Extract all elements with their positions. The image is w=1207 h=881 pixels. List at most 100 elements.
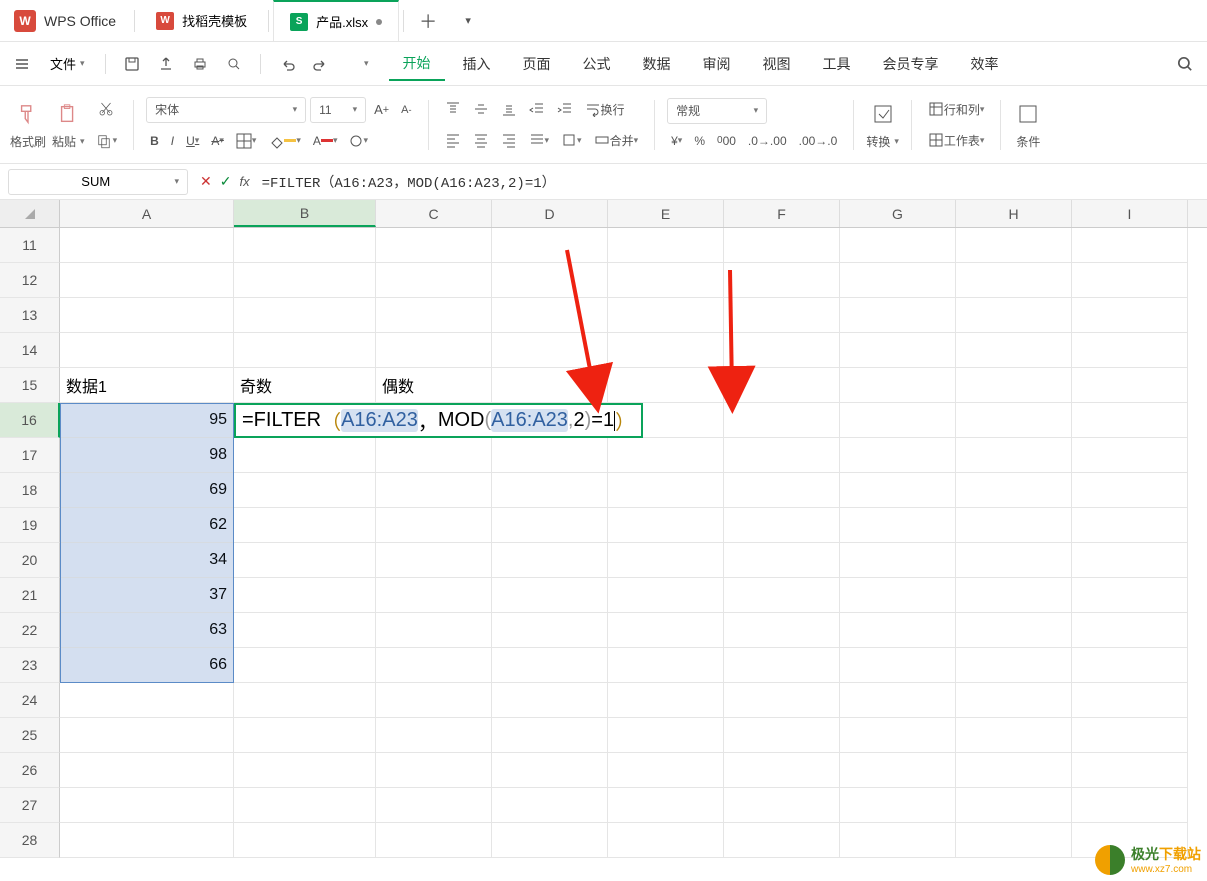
row-header-21[interactable]: 21 xyxy=(0,578,60,613)
cell-H13[interactable] xyxy=(956,298,1072,333)
cell-E22[interactable] xyxy=(608,613,724,648)
cell-B22[interactable] xyxy=(234,613,376,648)
rows-cols-button[interactable]: 行和列▾ xyxy=(924,97,989,122)
cell-H28[interactable] xyxy=(956,823,1072,858)
cell-G25[interactable] xyxy=(840,718,956,753)
cell-F14[interactable] xyxy=(724,333,840,368)
cell-E17[interactable] xyxy=(608,438,724,473)
cell-G24[interactable] xyxy=(840,683,956,718)
percent-icon[interactable]: % xyxy=(690,130,709,152)
cell-E13[interactable] xyxy=(608,298,724,333)
cell-F21[interactable] xyxy=(724,578,840,613)
cell-E19[interactable] xyxy=(608,508,724,543)
row-header-20[interactable]: 20 xyxy=(0,543,60,578)
cell-I12[interactable] xyxy=(1072,263,1188,298)
cell-C28[interactable] xyxy=(376,823,492,858)
row-header-26[interactable]: 26 xyxy=(0,753,60,788)
cell-C13[interactable] xyxy=(376,298,492,333)
cell-C12[interactable] xyxy=(376,263,492,298)
cell-A11[interactable] xyxy=(60,228,234,263)
cell-A19[interactable]: 62 xyxy=(60,508,234,543)
file-menu[interactable]: 文件 ▾ xyxy=(42,50,93,77)
cell-I23[interactable] xyxy=(1072,648,1188,683)
row-header-14[interactable]: 14 xyxy=(0,333,60,368)
cell-B13[interactable] xyxy=(234,298,376,333)
bold-button[interactable]: B xyxy=(146,130,163,152)
cell-I16[interactable] xyxy=(1072,403,1188,438)
row-header-15[interactable]: 15 xyxy=(0,368,60,403)
align-bottom-icon[interactable] xyxy=(497,97,521,121)
export-icon[interactable] xyxy=(152,50,180,78)
cell-G16[interactable] xyxy=(840,403,956,438)
cell-E20[interactable] xyxy=(608,543,724,578)
cell-G13[interactable] xyxy=(840,298,956,333)
cell-F27[interactable] xyxy=(724,788,840,823)
ribbon-tab-efficiency[interactable]: 效率 xyxy=(957,48,1013,80)
save-icon[interactable] xyxy=(118,50,146,78)
ribbon-tab-insert[interactable]: 插入 xyxy=(449,48,505,80)
redo-icon[interactable] xyxy=(307,50,335,78)
undo-icon[interactable] xyxy=(273,50,301,78)
cell-I20[interactable] xyxy=(1072,543,1188,578)
cell-D26[interactable] xyxy=(492,753,608,788)
cell-C27[interactable] xyxy=(376,788,492,823)
indent-increase-icon[interactable] xyxy=(553,97,577,121)
cell-D28[interactable] xyxy=(492,823,608,858)
cell-G14[interactable] xyxy=(840,333,956,368)
font-size-dropdown[interactable]: 11▾ xyxy=(310,97,366,123)
cell-F28[interactable] xyxy=(724,823,840,858)
cell-A13[interactable] xyxy=(60,298,234,333)
ribbon-tab-formula[interactable]: 公式 xyxy=(569,48,625,80)
cell-B19[interactable] xyxy=(234,508,376,543)
cell-E26[interactable] xyxy=(608,753,724,788)
comma-icon[interactable]: 000 xyxy=(713,130,740,152)
formula-input[interactable] xyxy=(262,174,1199,190)
cell-F13[interactable] xyxy=(724,298,840,333)
cell-I14[interactable] xyxy=(1072,333,1188,368)
font-color-button[interactable]: A▾ xyxy=(309,130,342,152)
transform-icon[interactable] xyxy=(868,99,898,129)
print-preview-icon[interactable] xyxy=(220,50,248,78)
hamburger-icon[interactable] xyxy=(8,50,36,78)
cell-I18[interactable] xyxy=(1072,473,1188,508)
cell-F15[interactable] xyxy=(724,368,840,403)
increase-decimal-icon[interactable]: .0→.00 xyxy=(744,130,791,152)
cell-A21[interactable]: 37 xyxy=(60,578,234,613)
cell-G26[interactable] xyxy=(840,753,956,788)
cell-I21[interactable] xyxy=(1072,578,1188,613)
column-header-C[interactable]: C xyxy=(376,200,492,227)
row-header-19[interactable]: 19 xyxy=(0,508,60,543)
cell-B25[interactable] xyxy=(234,718,376,753)
copy-icon[interactable]: ▾ xyxy=(91,128,122,154)
cell-E28[interactable] xyxy=(608,823,724,858)
paste-icon[interactable] xyxy=(53,99,83,129)
cell-H22[interactable] xyxy=(956,613,1072,648)
cell-E23[interactable] xyxy=(608,648,724,683)
cell-B21[interactable] xyxy=(234,578,376,613)
cell-A24[interactable] xyxy=(60,683,234,718)
cell-C20[interactable] xyxy=(376,543,492,578)
ribbon-tab-home[interactable]: 开始 xyxy=(389,47,445,81)
cell-F25[interactable] xyxy=(724,718,840,753)
decrease-font-icon[interactable]: A- xyxy=(397,100,415,120)
cell-I19[interactable] xyxy=(1072,508,1188,543)
cell-H19[interactable] xyxy=(956,508,1072,543)
cell-C23[interactable] xyxy=(376,648,492,683)
cell-G28[interactable] xyxy=(840,823,956,858)
cell-H18[interactable] xyxy=(956,473,1072,508)
cell-A25[interactable] xyxy=(60,718,234,753)
cell-H16[interactable] xyxy=(956,403,1072,438)
strikethrough-button[interactable]: A▾ xyxy=(207,130,228,152)
cell-D11[interactable] xyxy=(492,228,608,263)
cell-A14[interactable] xyxy=(60,333,234,368)
cell-B11[interactable] xyxy=(234,228,376,263)
fx-icon[interactable]: fx xyxy=(239,174,249,189)
undo-dropdown-icon[interactable]: ▾ xyxy=(341,50,369,78)
cell-C26[interactable] xyxy=(376,753,492,788)
cell-B23[interactable] xyxy=(234,648,376,683)
cell-D23[interactable] xyxy=(492,648,608,683)
cell-F16[interactable] xyxy=(724,403,840,438)
row-header-24[interactable]: 24 xyxy=(0,683,60,718)
cell-A18[interactable]: 69 xyxy=(60,473,234,508)
cell-C11[interactable] xyxy=(376,228,492,263)
